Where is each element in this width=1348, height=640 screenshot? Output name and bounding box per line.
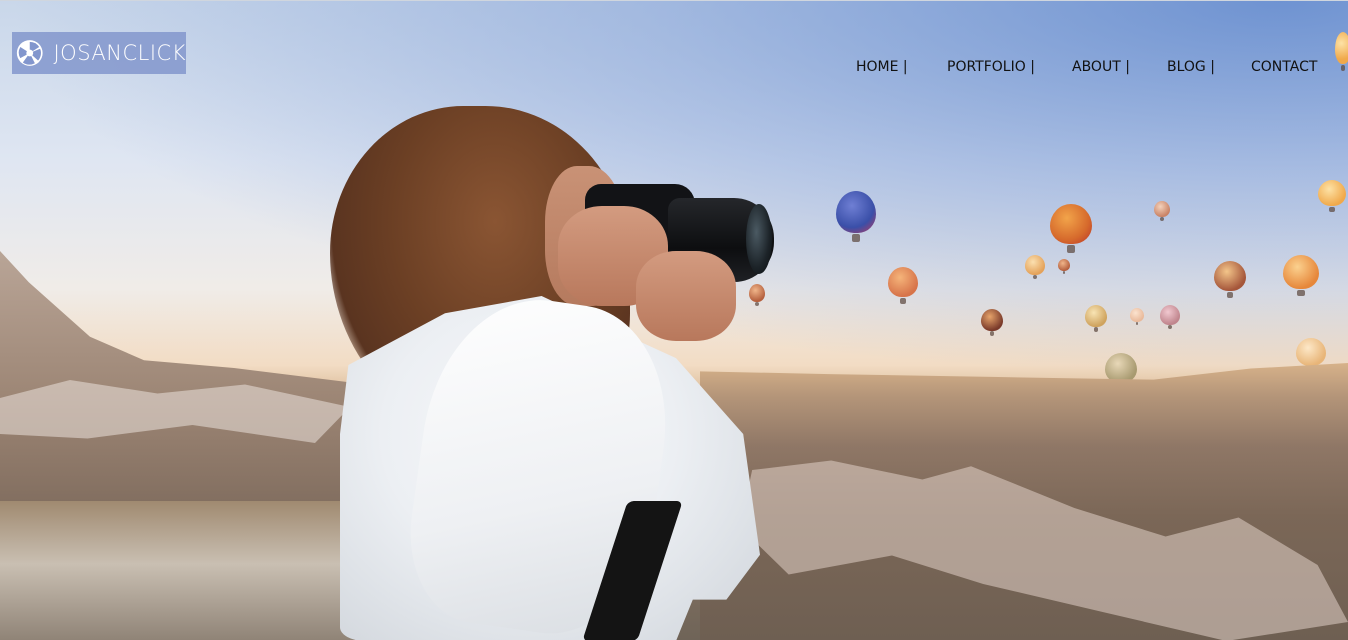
- hot-air-balloon: [1283, 255, 1319, 297]
- hot-air-balloon: [1085, 305, 1107, 332]
- hero-section: JOSANCLICK HOME | PORTFOLIO | ABOUT | BL…: [0, 0, 1348, 640]
- nav-home[interactable]: HOME |: [856, 59, 908, 75]
- hot-air-balloon: [1058, 259, 1070, 274]
- hot-air-balloon: [836, 191, 876, 243]
- hot-air-balloon: [1296, 338, 1326, 373]
- ground: [0, 501, 370, 640]
- hot-air-balloon: [888, 267, 918, 304]
- hot-air-balloon: [981, 309, 1003, 336]
- hot-air-balloon: [1318, 180, 1346, 212]
- camera-lens-glass: [746, 204, 772, 274]
- hot-air-balloon: [1025, 255, 1045, 280]
- nav-portfolio[interactable]: PORTFOLIO |: [947, 59, 1035, 75]
- nav-blog[interactable]: BLOG |: [1167, 59, 1215, 75]
- hot-air-balloon: [1130, 308, 1144, 326]
- hot-air-balloon: [1050, 204, 1092, 253]
- photographer-hand: [636, 251, 736, 341]
- main-navigation: HOME | PORTFOLIO | ABOUT | BLOG | CONTAC…: [0, 59, 1348, 79]
- nav-contact[interactable]: CONTACT: [1251, 59, 1317, 75]
- hot-air-balloon: [1105, 353, 1137, 390]
- nav-about[interactable]: ABOUT |: [1072, 59, 1130, 75]
- hot-air-balloon: [749, 284, 765, 306]
- hot-air-balloon: [1160, 305, 1180, 330]
- hot-air-balloon: [1154, 201, 1170, 221]
- hot-air-balloon: [1214, 261, 1246, 298]
